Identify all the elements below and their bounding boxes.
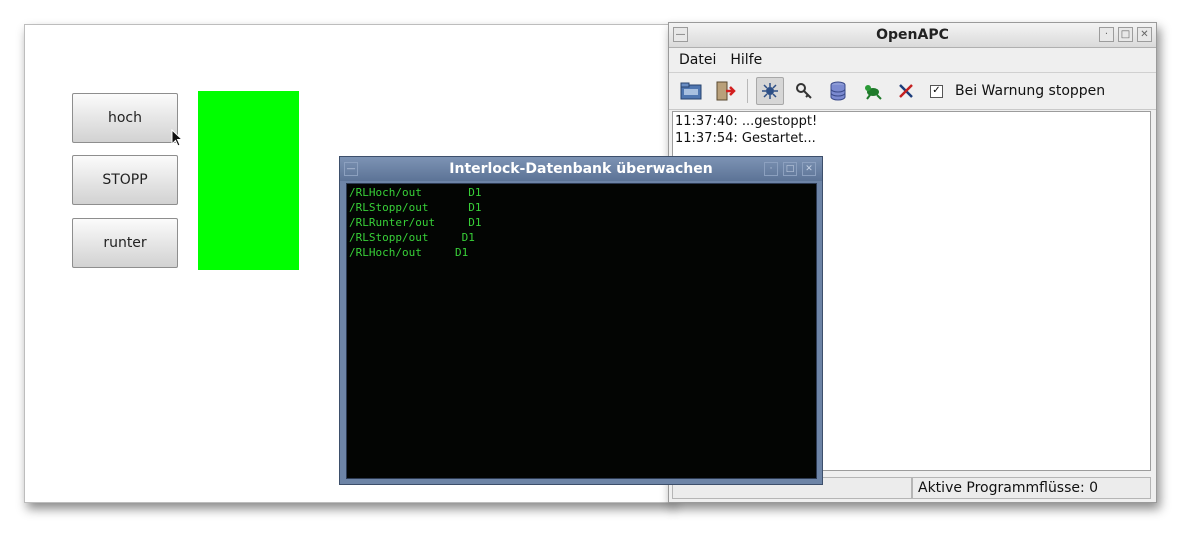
menubar: Datei Hilfe bbox=[669, 48, 1156, 73]
mouse-cursor-icon bbox=[171, 129, 184, 147]
menu-hilfe[interactable]: Hilfe bbox=[730, 52, 762, 68]
interlock-list: /RLHoch/out D1 /RLStopp/out D1 /RLRunter… bbox=[346, 183, 817, 479]
openapc-titlebar[interactable]: — OpenAPC · □ ✕ bbox=[669, 23, 1156, 48]
interlock-path: /RLStopp/out bbox=[349, 231, 429, 244]
minimize-icon[interactable]: · bbox=[1099, 27, 1114, 42]
close-icon[interactable]: ✕ bbox=[1137, 27, 1152, 42]
toolbar-separator bbox=[747, 79, 748, 103]
frog-icon[interactable] bbox=[858, 77, 886, 105]
interlock-monitor-window: — Interlock-Datenbank überwachen · □ ✕ /… bbox=[339, 156, 823, 485]
interlock-value: D1 bbox=[468, 216, 482, 229]
maximize-icon[interactable]: □ bbox=[1118, 27, 1133, 42]
status-indicator-lamp bbox=[198, 91, 299, 270]
row-spacer bbox=[428, 201, 468, 214]
monitor-titlebar[interactable]: — Interlock-Datenbank überwachen · □ ✕ bbox=[340, 157, 822, 181]
log-line: 11:37:40: ...gestoppt! bbox=[675, 114, 818, 129]
interlock-row: /RLRunter/out D1 bbox=[349, 216, 814, 231]
exit-icon[interactable] bbox=[711, 77, 739, 105]
open-folder-icon[interactable] bbox=[677, 77, 705, 105]
log-line: 11:37:54: Gestartet... bbox=[675, 131, 816, 146]
stopp-button[interactable]: STOPP bbox=[72, 155, 178, 205]
runter-button-label: runter bbox=[103, 235, 147, 251]
window-title: OpenAPC bbox=[876, 27, 949, 43]
row-spacer bbox=[422, 186, 468, 199]
runter-button[interactable]: runter bbox=[72, 218, 178, 268]
interlock-row: /RLHoch/out D1 bbox=[349, 186, 814, 201]
database-icon[interactable] bbox=[824, 77, 852, 105]
hoch-button[interactable]: hoch bbox=[72, 93, 178, 143]
row-spacer bbox=[428, 231, 461, 244]
interlock-row: /RLStopp/out D1 bbox=[349, 201, 814, 216]
minimize-icon[interactable]: · bbox=[764, 162, 778, 176]
row-spacer bbox=[435, 216, 468, 229]
magnifier-key-icon[interactable] bbox=[790, 77, 818, 105]
interlock-path: /RLStopp/out bbox=[349, 201, 429, 214]
warn-stop-checkbox[interactable]: ✓ bbox=[930, 84, 943, 98]
stopp-button-label: STOPP bbox=[102, 172, 148, 188]
close-icon[interactable]: ✕ bbox=[802, 162, 816, 176]
interlock-row: /RLStopp/out D1 bbox=[349, 231, 814, 246]
interlock-row: /RLHoch/out D1 bbox=[349, 246, 814, 261]
maximize-icon[interactable]: □ bbox=[783, 162, 797, 176]
interlock-path: /RLHoch/out bbox=[349, 246, 422, 259]
interlock-value: D1 bbox=[461, 231, 475, 244]
monitor-title: Interlock-Datenbank überwachen bbox=[449, 161, 713, 177]
interlock-value: D1 bbox=[454, 246, 469, 259]
toolbar: ✓ Bei Warnung stoppen bbox=[669, 73, 1156, 110]
warn-stop-label[interactable]: Bei Warnung stoppen bbox=[955, 83, 1105, 99]
interlock-value: D1 bbox=[468, 201, 482, 214]
active-flows-status: Aktive Programmflüsse: 0 bbox=[912, 477, 1151, 499]
bug-debug-icon[interactable] bbox=[756, 77, 784, 105]
interlock-value: D1 bbox=[468, 186, 482, 199]
menu-datei[interactable]: Datei bbox=[679, 52, 716, 68]
interlock-path: /RLHoch/out bbox=[349, 186, 422, 199]
interlock-path: /RLRunter/out bbox=[349, 216, 436, 229]
hoch-button-label: hoch bbox=[107, 110, 142, 126]
tools-icon[interactable] bbox=[892, 77, 920, 105]
row-spacer bbox=[422, 246, 455, 259]
